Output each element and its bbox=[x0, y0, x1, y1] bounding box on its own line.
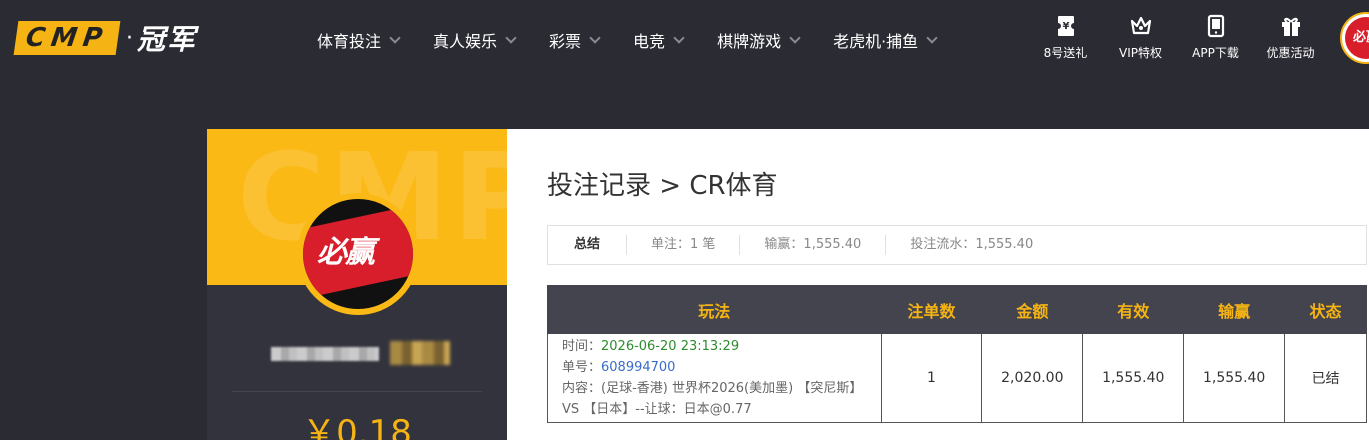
summary-bar: 总结 单注：1 笔 输赢：1,555.40 投注流水：1,555.40 bbox=[547, 225, 1367, 265]
nav-label: 老虎机·捕鱼 bbox=[833, 32, 919, 51]
chevron-down-icon bbox=[926, 32, 938, 44]
quick-label: APP下载 bbox=[1192, 46, 1239, 60]
bet-time-line: 时间：2026-06-20 23:13:29 bbox=[562, 336, 867, 357]
chevron-down-icon bbox=[789, 32, 801, 44]
column-header: 注单数 bbox=[880, 285, 983, 334]
avatar-text: 必赢 bbox=[1345, 17, 1369, 59]
gift-icon bbox=[1281, 17, 1300, 36]
bet-records-panel: 投注记录 > CR体育 总结 单注：1 笔 输赢：1,555.40 投注流水：1… bbox=[507, 129, 1369, 440]
quick-item-vip[interactable]: VIP特权 bbox=[1103, 14, 1178, 61]
bet-time: 2026-06-20 23:13:29 bbox=[601, 339, 740, 354]
chevron-down-icon bbox=[389, 32, 401, 44]
bet-valid-cell: 1,555.40 bbox=[1082, 333, 1185, 423]
profile-divider bbox=[232, 391, 482, 392]
column-header: 输赢 bbox=[1183, 285, 1286, 334]
table-row: 时间：2026-06-20 23:13:29 单号：608994700 内容：(… bbox=[547, 333, 1367, 423]
column-header: 玩法 bbox=[547, 285, 882, 334]
logo-text: 冠军 bbox=[137, 23, 198, 56]
account-balance: ￥0.18 bbox=[302, 413, 412, 440]
vip-badge-redacted bbox=[390, 341, 450, 365]
crown-icon bbox=[1130, 16, 1151, 35]
quick-item-app-download[interactable]: APP下载 bbox=[1178, 14, 1253, 61]
nav-label: 彩票 bbox=[549, 32, 582, 51]
bet-order-number[interactable]: 608994700 bbox=[601, 360, 675, 375]
logo-cmp: CMP bbox=[13, 21, 121, 55]
quick-item-gift-8[interactable]: ¥ 8号送礼 bbox=[1028, 14, 1103, 61]
avatar-disc: 必赢 bbox=[303, 199, 413, 309]
bet-records-table: 玩法 注单数 金额 有效 输赢 状态 时间：2026-06-20 23:13:2… bbox=[547, 285, 1367, 423]
summary-turnover: 投注流水：1,555.40 bbox=[885, 235, 1057, 255]
user-avatar[interactable]: 必赢 bbox=[1340, 12, 1369, 64]
bet-order-line: 单号：608994700 bbox=[562, 357, 867, 378]
nav-label: 体育投注 bbox=[317, 32, 382, 51]
nav-label: 电竞 bbox=[633, 32, 666, 51]
bet-time-label: 时间： bbox=[562, 339, 602, 354]
bet-order-label: 单号： bbox=[562, 360, 602, 375]
bet-content: 内容：(足球-香港) 世界杯2026(美加墨) 【突尼斯】VS 【日本】--让球… bbox=[562, 381, 863, 417]
quick-item-promotions[interactable]: 优惠活动 bbox=[1253, 14, 1328, 61]
phone-icon bbox=[1207, 14, 1224, 38]
bet-status-cell: 已结 bbox=[1284, 333, 1367, 423]
nav-item-card-games[interactable]: 棋牌游戏 bbox=[700, 28, 816, 52]
profile-avatar[interactable]: 必赢 bbox=[297, 193, 419, 315]
column-header: 金额 bbox=[981, 285, 1084, 334]
nav-item-live-casino[interactable]: 真人娱乐 bbox=[416, 28, 532, 52]
quick-label: 优惠活动 bbox=[1266, 46, 1315, 60]
column-header: 状态 bbox=[1284, 285, 1367, 334]
nav-label: 真人娱乐 bbox=[433, 32, 498, 51]
nav-item-slots-fishing[interactable]: 老虎机·捕鱼 bbox=[816, 28, 953, 52]
chevron-down-icon bbox=[673, 32, 685, 44]
table-header-row: 玩法 注单数 金额 有效 输赢 状态 bbox=[547, 285, 1367, 334]
profile-panel: CMP 必赢 ￥0.18 bbox=[207, 129, 507, 440]
nav-item-lottery[interactable]: 彩票 bbox=[532, 28, 616, 52]
bet-count-cell: 1 bbox=[880, 333, 983, 423]
summary-bet-count: 单注：1 笔 bbox=[626, 235, 739, 255]
nav-label: 棋牌游戏 bbox=[717, 32, 782, 51]
bet-win-loss-cell: 1,555.40 bbox=[1183, 333, 1286, 423]
column-header: 有效 bbox=[1082, 285, 1185, 334]
page-title: 投注记录 > CR体育 bbox=[547, 171, 778, 201]
quick-label: VIP特权 bbox=[1119, 46, 1162, 60]
avatar-text: 必赢 bbox=[317, 235, 375, 270]
chevron-down-icon bbox=[589, 32, 601, 44]
top-header: CMP · 冠军 体育投注 真人娱乐 彩票 电竞 棋牌游戏 老虎机·捕鱼 ¥ 8… bbox=[0, 0, 1369, 80]
quick-label: 8号送礼 bbox=[1043, 46, 1088, 60]
nav-item-esports[interactable]: 电竞 bbox=[616, 28, 700, 52]
quick-links: ¥ 8号送礼 VIP特权 APP下载 优惠活动 bbox=[1028, 14, 1328, 61]
logo-dot: · bbox=[126, 25, 134, 51]
svg-text:¥: ¥ bbox=[1062, 21, 1069, 32]
summary-win-loss: 输赢：1,555.40 bbox=[739, 235, 885, 255]
username-redacted bbox=[271, 347, 379, 361]
main-nav: 体育投注 真人娱乐 彩票 电竞 棋牌游戏 老虎机·捕鱼 bbox=[300, 0, 953, 80]
bet-amount-cell: 2,020.00 bbox=[981, 333, 1084, 423]
chevron-down-icon bbox=[505, 32, 517, 44]
ticket-yen-icon: ¥ bbox=[1054, 16, 1077, 36]
nav-item-sports[interactable]: 体育投注 bbox=[300, 28, 416, 52]
summary-label: 总结 bbox=[574, 237, 601, 252]
site-logo[interactable]: CMP · 冠军 bbox=[13, 20, 198, 56]
bet-details-cell: 时间：2026-06-20 23:13:29 单号：608994700 内容：(… bbox=[547, 333, 882, 423]
